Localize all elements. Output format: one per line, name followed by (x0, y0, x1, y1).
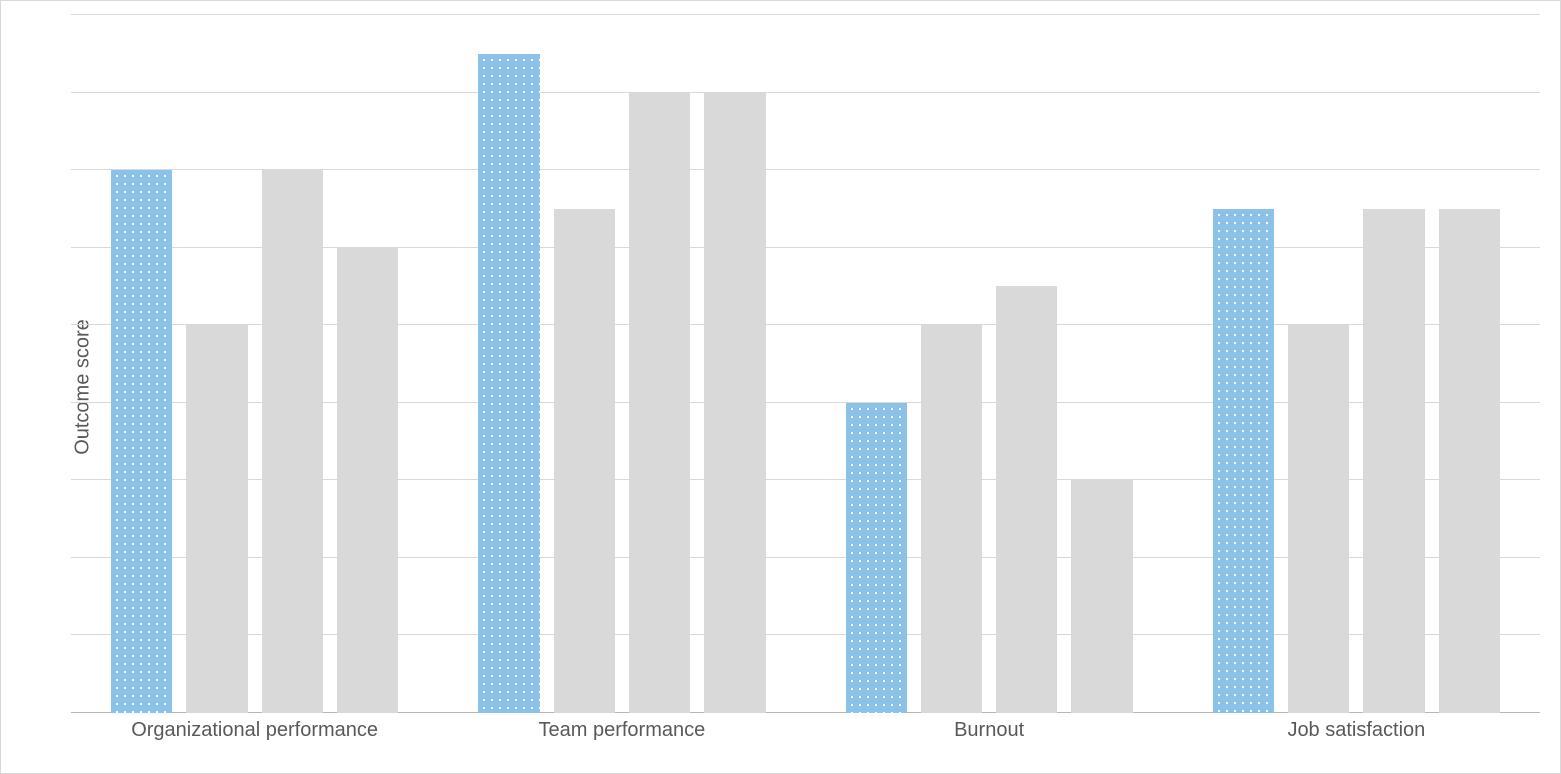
bar (1288, 325, 1349, 713)
chart-frame: Outcome score Organizational performance… (0, 0, 1561, 774)
bar (262, 170, 323, 713)
bar-group (806, 15, 1173, 713)
bar (704, 93, 765, 713)
bar (554, 209, 615, 713)
bars (71, 15, 438, 713)
bar-primary (1213, 209, 1274, 713)
bar-group (1173, 15, 1540, 713)
x-axis-label: Job satisfaction (1173, 719, 1540, 759)
x-axis-labels: Organizational performanceTeam performan… (71, 719, 1540, 759)
bar-group (438, 15, 805, 713)
bar (337, 248, 398, 713)
bar-group (71, 15, 438, 713)
bars (438, 15, 805, 713)
plot-area (71, 15, 1540, 713)
bar (1363, 209, 1424, 713)
x-axis-label: Team performance (438, 719, 805, 759)
bar (921, 325, 982, 713)
bar (1439, 209, 1500, 713)
bar (186, 325, 247, 713)
x-axis-label: Burnout (806, 719, 1173, 759)
bar-groups (71, 15, 1540, 713)
bars (806, 15, 1173, 713)
bar-primary (846, 403, 907, 713)
x-axis-label: Organizational performance (71, 719, 438, 759)
bar (996, 286, 1057, 713)
bar (629, 93, 690, 713)
bars (1173, 15, 1540, 713)
bar-primary (478, 54, 539, 713)
bar-primary (111, 170, 172, 713)
bar (1071, 480, 1132, 713)
